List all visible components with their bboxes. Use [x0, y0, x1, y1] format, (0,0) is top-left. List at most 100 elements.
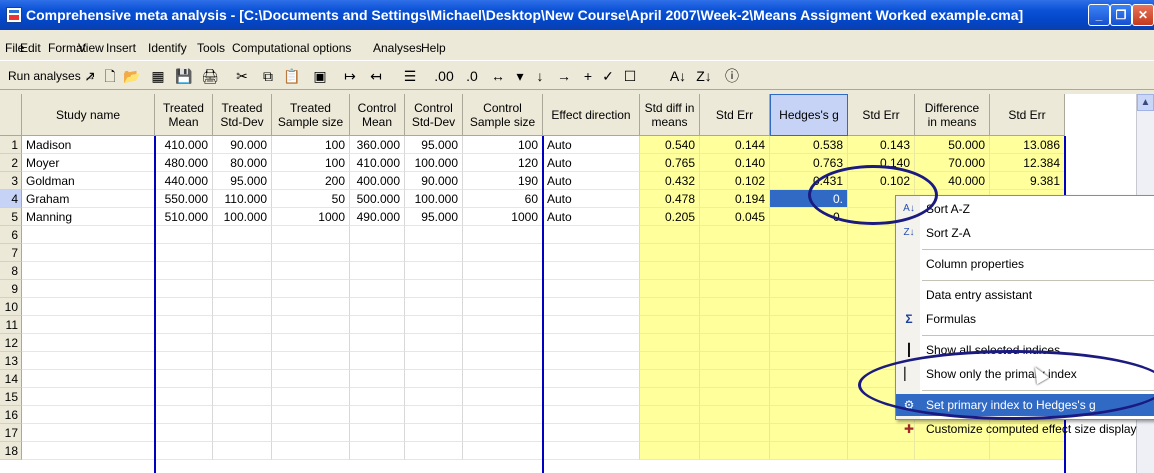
- grid-cell[interactable]: [350, 280, 405, 298]
- grid-cell[interactable]: [700, 316, 770, 334]
- grid-cell[interactable]: [213, 388, 272, 406]
- grid-cell[interactable]: Auto: [543, 190, 640, 208]
- grid-cell[interactable]: 0.140: [700, 154, 770, 172]
- grid-cell[interactable]: 410.000: [155, 136, 213, 154]
- grid-cell[interactable]: 95.000: [405, 136, 463, 154]
- grid-cell[interactable]: [22, 244, 155, 262]
- grid-cell[interactable]: [350, 370, 405, 388]
- grid-cell[interactable]: [463, 388, 543, 406]
- grid-cell[interactable]: [770, 406, 848, 424]
- row-number[interactable]: 17: [0, 424, 22, 442]
- grid-cell[interactable]: 0.763: [770, 154, 848, 172]
- grid-cell[interactable]: [640, 226, 700, 244]
- grid-cell[interactable]: [213, 298, 272, 316]
- grid-cell[interactable]: [272, 226, 350, 244]
- grid-cell[interactable]: 0.432: [640, 172, 700, 190]
- row-number[interactable]: 4: [0, 190, 22, 208]
- grid-cell[interactable]: [272, 370, 350, 388]
- grid-cell[interactable]: [770, 316, 848, 334]
- grid-cell[interactable]: [22, 262, 155, 280]
- row-number[interactable]: 12: [0, 334, 22, 352]
- grid-cell[interactable]: 510.000: [155, 208, 213, 226]
- grid-cell[interactable]: [213, 424, 272, 442]
- grid-cell[interactable]: 70.000: [915, 154, 990, 172]
- grid-cell[interactable]: [640, 388, 700, 406]
- grid-cell[interactable]: [543, 388, 640, 406]
- grid-cell[interactable]: Auto: [543, 154, 640, 172]
- grid-cell[interactable]: [155, 406, 213, 424]
- grid-cell[interactable]: [213, 442, 272, 460]
- grid-cell[interactable]: 100.000: [213, 208, 272, 226]
- grid-cell[interactable]: [770, 370, 848, 388]
- grid-cell[interactable]: [543, 244, 640, 262]
- grid-cell[interactable]: [700, 424, 770, 442]
- toolbar-icon-19[interactable]: +: [578, 65, 598, 87]
- grid-cell[interactable]: [272, 352, 350, 370]
- grid-cell[interactable]: Manning: [22, 208, 155, 226]
- grid-cell[interactable]: [640, 352, 700, 370]
- context-item-show-all-selected-indices[interactable]: ┃ Show all selected indices: [896, 339, 1154, 361]
- grid-cell[interactable]: [22, 442, 155, 460]
- grid-cell[interactable]: [640, 298, 700, 316]
- grid-cell[interactable]: [272, 262, 350, 280]
- grid-cell[interactable]: 440.000: [155, 172, 213, 190]
- row-number[interactable]: 15: [0, 388, 22, 406]
- grid-cell[interactable]: 100: [272, 136, 350, 154]
- grid-cell[interactable]: [213, 406, 272, 424]
- grid-cell[interactable]: [272, 316, 350, 334]
- grid-cell[interactable]: [463, 442, 543, 460]
- grid-cell[interactable]: 100: [463, 136, 543, 154]
- grid-cell[interactable]: [463, 334, 543, 352]
- grid-cell[interactable]: [22, 316, 155, 334]
- grid-cell[interactable]: [155, 316, 213, 334]
- grid-cell[interactable]: [272, 298, 350, 316]
- grid-cell[interactable]: [543, 226, 640, 244]
- grid-cell[interactable]: [990, 442, 1065, 460]
- grid-cell[interactable]: [350, 442, 405, 460]
- grid-cell[interactable]: [700, 370, 770, 388]
- grid-cell[interactable]: [155, 352, 213, 370]
- toolbar-icon-20[interactable]: ✓: [598, 65, 618, 87]
- grid-cell[interactable]: [272, 388, 350, 406]
- grid-cell[interactable]: [155, 226, 213, 244]
- grid-cell[interactable]: [272, 244, 350, 262]
- grid-cell[interactable]: [405, 262, 463, 280]
- grid-cell[interactable]: [155, 388, 213, 406]
- grid-cell[interactable]: [272, 424, 350, 442]
- grid-cell[interactable]: [463, 244, 543, 262]
- menu-analyses[interactable]: Analyses: [373, 41, 422, 55]
- grid-cell[interactable]: [700, 388, 770, 406]
- grid-cell[interactable]: [155, 280, 213, 298]
- grid-cell[interactable]: [700, 244, 770, 262]
- grid-cell[interactable]: [543, 424, 640, 442]
- grid-cell[interactable]: [155, 262, 213, 280]
- grid-cell[interactable]: 50: [272, 190, 350, 208]
- grid-cell[interactable]: [22, 370, 155, 388]
- grid-cell[interactable]: 0.478: [640, 190, 700, 208]
- grid-cell[interactable]: 0.431: [770, 172, 848, 190]
- toolbar-icon-21[interactable]: ☐: [620, 65, 640, 87]
- grid-cell[interactable]: [770, 442, 848, 460]
- toolbar-icon-22[interactable]: A↓: [668, 65, 688, 87]
- row-number[interactable]: 8: [0, 262, 22, 280]
- grid-cell[interactable]: [155, 370, 213, 388]
- menu-edit[interactable]: Edit: [20, 41, 41, 55]
- grid-cell[interactable]: 60: [463, 190, 543, 208]
- grid-cell[interactable]: [640, 442, 700, 460]
- grid-cell[interactable]: 95.000: [405, 208, 463, 226]
- grid-cell[interactable]: 0.205: [640, 208, 700, 226]
- grid-cell[interactable]: [22, 334, 155, 352]
- grid-cell[interactable]: 13.086: [990, 136, 1065, 154]
- grid-cell[interactable]: [640, 334, 700, 352]
- grid-cell[interactable]: 0.540: [640, 136, 700, 154]
- grid-cell[interactable]: [213, 244, 272, 262]
- grid-cell[interactable]: [770, 352, 848, 370]
- grid-cell[interactable]: Goldman: [22, 172, 155, 190]
- column-header-3[interactable]: Treated Sample size: [272, 94, 350, 136]
- menu-view[interactable]: View: [78, 41, 104, 55]
- column-header-5[interactable]: Control Std-Dev: [405, 94, 463, 136]
- grid-cell[interactable]: Auto: [543, 136, 640, 154]
- row-number[interactable]: 3: [0, 172, 22, 190]
- grid-cell[interactable]: [155, 334, 213, 352]
- grid-cell[interactable]: [272, 334, 350, 352]
